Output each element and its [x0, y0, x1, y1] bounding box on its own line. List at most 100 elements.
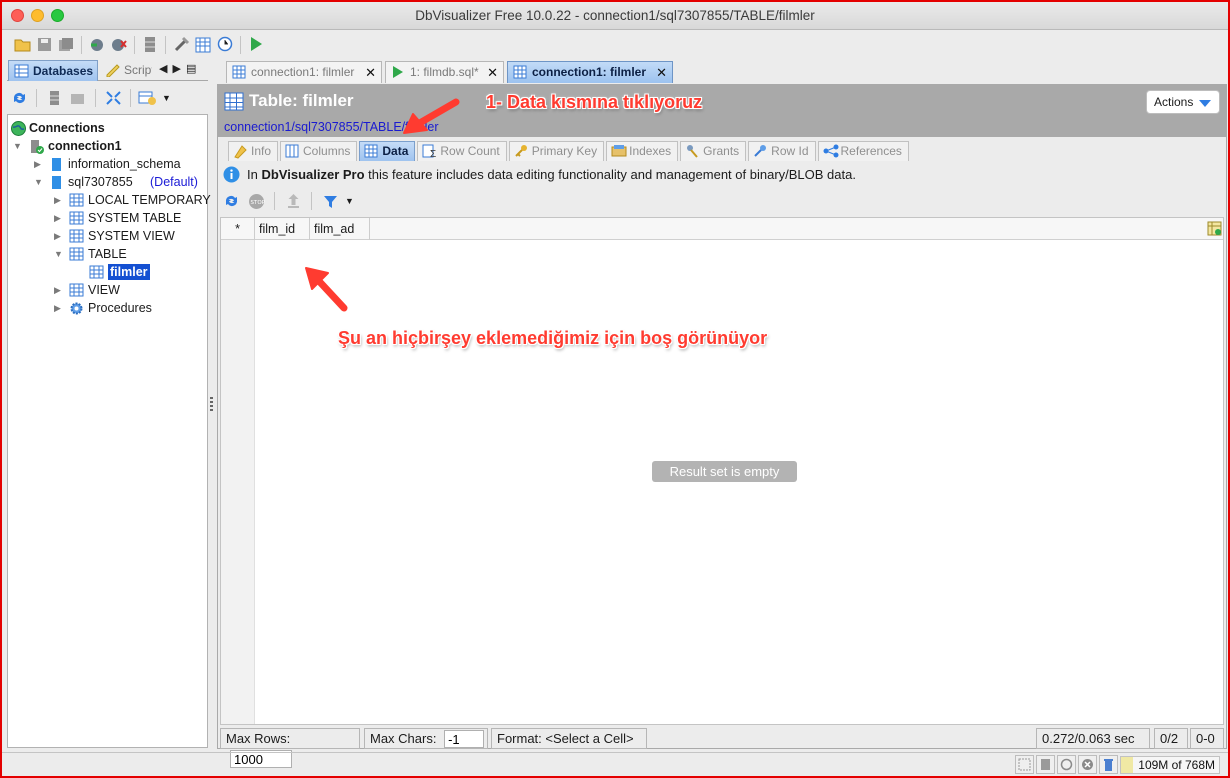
filter-tree-dropdown-icon[interactable]: ▼ [162, 93, 171, 103]
tab-references[interactable]: References [817, 141, 909, 164]
splitter-handle[interactable] [210, 397, 214, 413]
tab-data[interactable]: Data [359, 141, 416, 161]
tab-row-count[interactable]: Σ Row Count [417, 141, 507, 164]
references-icon [823, 144, 839, 164]
column-header-film-id[interactable]: film_id [255, 218, 310, 240]
collapse-all-icon[interactable] [103, 88, 123, 108]
toolbar-separator [311, 192, 312, 210]
collapsed-arrow-icon[interactable]: ▶ [54, 281, 61, 299]
refresh-icon[interactable] [221, 191, 241, 211]
grid-settings-icon[interactable] [1207, 221, 1222, 239]
save-icon[interactable] [34, 35, 54, 55]
tab-indexes[interactable]: Indexes [606, 141, 679, 161]
info-icon [223, 166, 240, 189]
object-view-panel: Table: filmler connection1/sql7307855/TA… [217, 84, 1227, 768]
format-selector[interactable]: Format: <Select a Cell> [491, 728, 647, 749]
add-database-icon[interactable] [68, 88, 88, 108]
tree-node-information-schema[interactable]: ▶ information_schema [8, 155, 207, 173]
data-grid[interactable]: * film_id film_ad Result set is empty [220, 217, 1224, 725]
tree-node-sql7307855[interactable]: ▼ sql7307855 (Default) [8, 173, 207, 191]
tree-node-connections[interactable]: Connections [8, 119, 207, 137]
row-number-gutter [221, 240, 255, 724]
annotation-arrow-to-data-tab [403, 98, 460, 134]
collapsed-arrow-icon[interactable]: ▶ [54, 209, 61, 227]
info-icon [233, 144, 248, 165]
tab-prev-icon[interactable]: ◀ [159, 62, 167, 75]
filter-tree-icon[interactable] [138, 88, 158, 108]
close-tab-icon[interactable]: ✕ [487, 62, 498, 83]
tree-node-procedures[interactable]: ▶ Procedures [8, 299, 207, 317]
tab-list-icon[interactable]: ▤ [186, 62, 196, 75]
collapsed-arrow-icon[interactable]: ▶ [54, 299, 61, 317]
tab-row-id[interactable]: Row Id [748, 141, 816, 161]
save-all-icon[interactable] [56, 35, 76, 55]
disconnect-icon[interactable] [109, 35, 129, 55]
grid-view-icon[interactable] [193, 35, 213, 55]
memory-usage-bar[interactable]: 109M of 768M [1120, 756, 1220, 774]
export-icon[interactable] [283, 191, 303, 211]
sum-icon: Σ [422, 144, 437, 164]
collapsed-arrow-icon[interactable]: ▶ [54, 191, 61, 209]
key-icon [514, 144, 529, 164]
refresh-icon[interactable] [9, 88, 29, 108]
left-panel-tabs: Databases Scripts ◀ ▶ ▤ [7, 59, 208, 81]
connect-icon[interactable] [87, 35, 107, 55]
max-chars-control: Max Chars: [364, 728, 488, 749]
log-icon[interactable] [1036, 755, 1055, 774]
editor-tab-filmdb-sql[interactable]: 1: filmdb.sql* ✕ [385, 61, 504, 83]
tab-columns[interactable]: Columns [280, 141, 358, 161]
tree-node-local-temporary[interactable]: ▶ LOCAL TEMPORARY [8, 191, 211, 209]
tab-databases[interactable]: Databases [8, 60, 98, 81]
tree-node-system-table[interactable]: ▶ SYSTEM TABLE [8, 209, 207, 227]
close-tab-icon[interactable]: ✕ [365, 62, 376, 83]
databases-icon [14, 64, 29, 85]
close-tab-icon[interactable]: ✕ [656, 62, 667, 83]
sync-icon[interactable] [1057, 755, 1076, 774]
title-bar: DbVisualizer Free 10.0.22 - connection1/… [2, 2, 1228, 30]
run-icon[interactable] [246, 35, 266, 55]
expanded-arrow-icon[interactable]: ▼ [54, 245, 63, 263]
tree-node-filmler[interactable]: filmler [8, 263, 207, 281]
filter-dropdown-icon[interactable]: ▼ [345, 196, 354, 206]
expanded-arrow-icon[interactable]: ▼ [34, 173, 43, 191]
editor-tab-connection1-filmler[interactable]: connection1: filmler ✕ [226, 61, 382, 83]
tree-node-system-view[interactable]: ▶ SYSTEM VIEW [8, 227, 207, 245]
row-marker-header: * [221, 218, 255, 240]
filter-icon[interactable] [320, 191, 340, 211]
database-icon[interactable] [140, 35, 160, 55]
tools-icon[interactable] [171, 35, 191, 55]
database-icon[interactable] [44, 88, 64, 108]
editor-tab-connection1-filmler-active[interactable]: connection1: filmler ✕ [507, 61, 673, 83]
gear-icon [69, 301, 84, 321]
clock-icon[interactable] [215, 35, 235, 55]
tab-primary-key[interactable]: Primary Key [508, 141, 605, 164]
max-chars-input[interactable] [444, 730, 485, 748]
table-grid-icon [232, 65, 246, 86]
collapsed-arrow-icon[interactable]: ▶ [34, 155, 41, 173]
open-folder-icon[interactable] [12, 35, 32, 55]
actions-button[interactable]: Actions [1146, 90, 1220, 114]
cancel-icon[interactable] [1078, 755, 1097, 774]
tree-toolbar: ▼ [7, 87, 208, 109]
tab-grants[interactable]: Grants [680, 141, 747, 161]
data-toolbar: STOP ▼ [221, 190, 354, 212]
tab-scripts[interactable]: Scripts [100, 60, 152, 81]
main-toolbar [2, 31, 1228, 58]
left-panel: Databases Scripts ◀ ▶ ▤ ▼ [7, 59, 211, 748]
trash-icon[interactable] [1099, 755, 1118, 774]
grid-header: * film_id film_ad [221, 218, 1223, 240]
stop-icon[interactable]: STOP [246, 191, 266, 211]
grid-status-bar: Max Rows: Max Chars: Format: <Select a C… [220, 728, 1224, 768]
tree-node-table[interactable]: ▼ TABLE [8, 245, 207, 263]
tab-databases-label: Databases [33, 64, 94, 78]
layout-icon[interactable] [1015, 755, 1034, 774]
tree-node-view[interactable]: ▶ VIEW [8, 281, 207, 299]
collapsed-arrow-icon[interactable]: ▶ [54, 227, 61, 245]
column-header-film-ad[interactable]: film_ad [310, 218, 370, 240]
expanded-arrow-icon[interactable]: ▼ [13, 137, 22, 155]
tab-next-icon[interactable]: ▶ [172, 62, 180, 75]
tab-info[interactable]: Info [228, 141, 279, 161]
max-rows-control: Max Rows: [220, 728, 360, 768]
tree-node-connection1[interactable]: ▼ connection1 [8, 137, 207, 155]
chevron-down-icon [1199, 100, 1211, 107]
